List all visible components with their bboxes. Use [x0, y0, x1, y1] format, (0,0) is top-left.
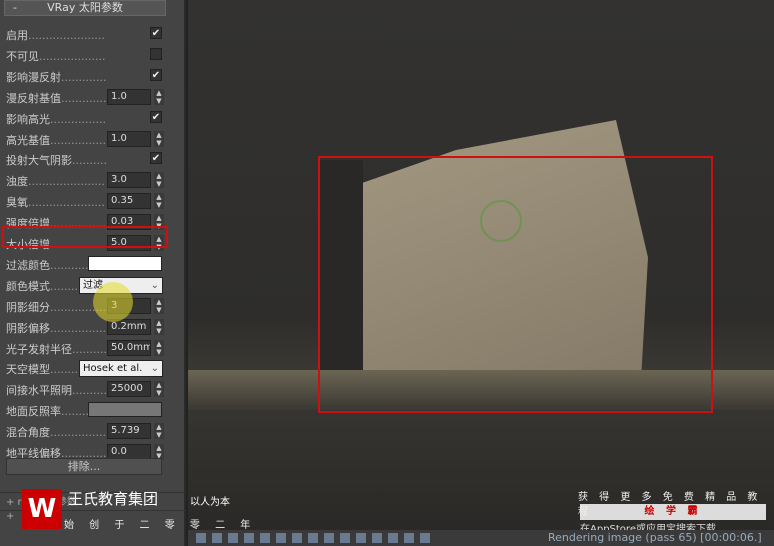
select-value: Hosek et al.	[83, 363, 143, 375]
param-row: 高光基值1.0▲▼	[4, 129, 166, 149]
checkbox[interactable]: ✔	[150, 68, 162, 81]
spinner-icon[interactable]: ▲ ▼	[154, 130, 164, 147]
param-row: 不可见	[4, 45, 166, 65]
param-label: 阴影偏移	[6, 320, 106, 336]
param-input[interactable]: 3.0	[107, 172, 151, 189]
spinner-icon[interactable]: ▲ ▼	[154, 297, 164, 314]
promo-brand: 绘 学 霸	[580, 504, 766, 520]
param-input[interactable]: 0.35	[107, 193, 151, 210]
param-row: 混合角度5.739▲▼	[4, 421, 166, 441]
param-row: 影响高光 ✔	[4, 108, 166, 128]
toolbar-icons[interactable]	[196, 533, 430, 543]
brand-founded: 始 创 于 二 零 零 二 年	[64, 520, 257, 531]
param-row: 颜色模式过滤⌄	[4, 275, 166, 295]
param-label: 高光基值	[6, 132, 106, 148]
param-row: 浊度3.0▲▼	[4, 170, 166, 190]
cursor-highlight	[93, 282, 133, 322]
param-label: 间接水平照明	[6, 382, 106, 398]
spinner-icon[interactable]: ▲ ▼	[154, 88, 164, 105]
param-label: 光子发射半径	[6, 341, 106, 357]
param-row: 天空模型Hosek et al.⌄	[4, 358, 166, 378]
chevron-down-icon: ⌄	[150, 363, 159, 375]
param-row: 阴影细分3▲▼	[4, 296, 166, 316]
rollout-title[interactable]: - VRay 太阳参数	[4, 0, 166, 16]
param-input[interactable]: 5.739	[107, 423, 151, 440]
status-bar: Rendering image (pass 65) [00:00:06.]	[188, 530, 774, 546]
checkbox[interactable]: ✔	[150, 110, 162, 123]
spinner-icon[interactable]: ▲ ▼	[154, 318, 164, 335]
render-status: Rendering image (pass 65) [00:00:06.]	[548, 531, 762, 544]
spinner-icon[interactable]: ▲ ▼	[154, 381, 164, 398]
annotation-box	[318, 156, 713, 413]
collapse-icon[interactable]: -	[13, 1, 17, 15]
param-label: 阴影细分	[6, 299, 106, 315]
param-label: 不可见	[6, 48, 106, 64]
param-label: 臭氧	[6, 194, 106, 210]
param-label: 影响高光	[6, 111, 106, 127]
param-select[interactable]: Hosek et al. ⌄	[79, 360, 163, 378]
param-label: 影响漫反射	[6, 69, 106, 85]
param-label: 浊度	[6, 173, 106, 189]
spinner-icon[interactable]: ▲ ▼	[154, 423, 164, 440]
param-row: 漫反射基值1.0▲▼	[4, 87, 166, 107]
param-row: 阴影偏移0.2mm▲▼	[4, 317, 166, 337]
brand-logo: W	[22, 489, 62, 529]
brand-name: 王氏教育集团	[68, 490, 159, 508]
highlight-box-size-multiplier	[2, 226, 168, 248]
rollout-title-text: VRay 太阳参数	[47, 1, 123, 14]
checkbox[interactable]: ✔	[150, 152, 162, 165]
param-label: 漫反射基值	[6, 90, 106, 106]
param-input[interactable]: 1.0	[107, 130, 151, 147]
param-label: 启用	[6, 27, 106, 43]
param-row: 地面反照率	[4, 400, 166, 420]
spinner-icon[interactable]: ▲ ▼	[154, 172, 164, 189]
param-row: 影响漫反射 ✔	[4, 66, 166, 86]
param-row: 投射大气阴影 ✔	[4, 149, 166, 169]
param-row: 启用 ✔	[4, 24, 166, 44]
spinner-icon[interactable]: ▲ ▼	[154, 193, 164, 210]
param-input[interactable]: 1.0	[107, 88, 151, 105]
vray-sun-parameters-panel: -VRay 太阳参数 启用✔不可见影响漫反射✔漫反射基值1.0▲▼影响高光✔高光…	[0, 0, 186, 546]
param-row: 过滤颜色	[4, 254, 166, 274]
param-label: 投射大气阴影	[6, 152, 106, 168]
color-swatch[interactable]	[88, 402, 162, 418]
param-label: 混合角度	[6, 424, 106, 440]
brand-slogan: 以人为本	[190, 497, 230, 508]
focus-circle	[480, 200, 522, 242]
param-row: 间接水平照明25000▲▼	[4, 379, 166, 399]
checkbox[interactable]: ✔	[150, 27, 162, 39]
exclude-button[interactable]: 排除...	[6, 458, 162, 475]
param-row: 光子发射半径50.0mm▲▼	[4, 338, 166, 358]
param-row: 臭氧0.35▲▼	[4, 191, 166, 211]
color-swatch[interactable]	[88, 255, 162, 271]
param-input[interactable]: 50.0mm	[107, 339, 151, 356]
chevron-down-icon: ⌄	[150, 279, 159, 291]
checkbox[interactable]	[150, 47, 162, 60]
spinner-icon[interactable]: ▲ ▼	[154, 339, 164, 356]
param-input[interactable]: 25000	[107, 381, 151, 398]
